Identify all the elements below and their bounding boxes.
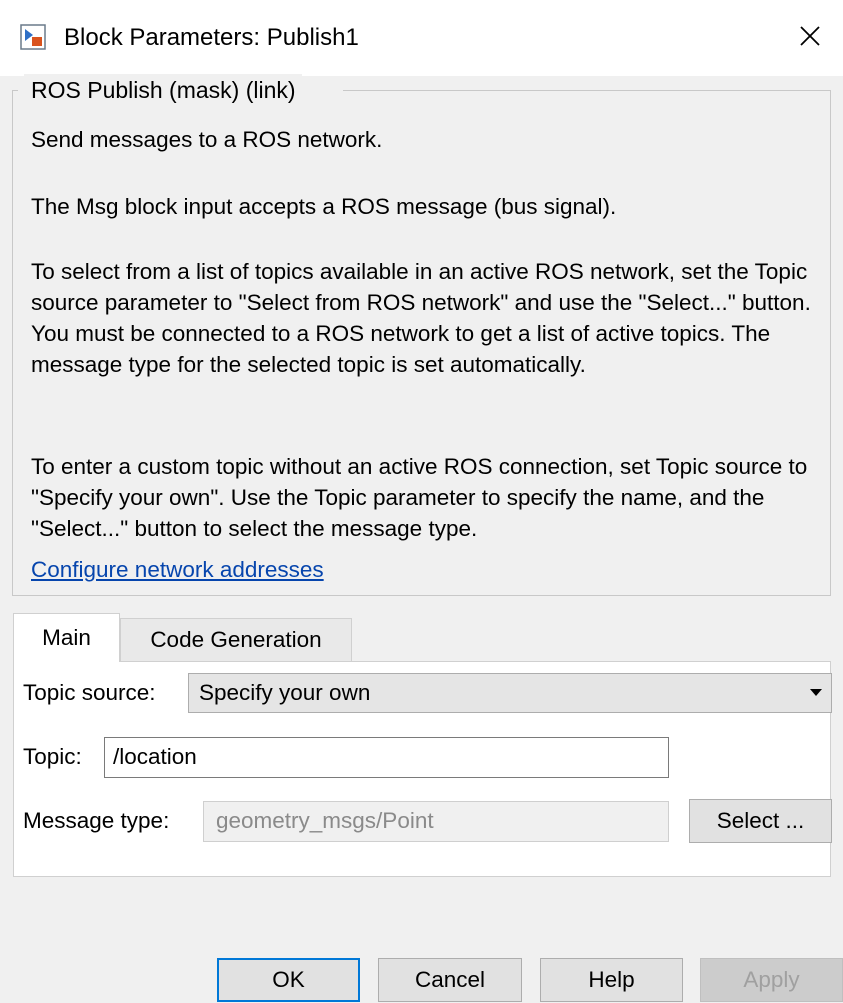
tab-code-generation[interactable]: Code Generation — [120, 618, 352, 662]
group-title: ROS Publish (mask) (link) — [24, 74, 302, 106]
help-button[interactable]: Help — [540, 958, 683, 1002]
ok-button[interactable]: OK — [217, 958, 360, 1002]
group-border — [12, 595, 831, 596]
group-border — [12, 90, 13, 595]
group-border — [343, 90, 831, 91]
group-border — [830, 90, 831, 595]
chevron-down-icon — [810, 689, 822, 696]
description-paragraph: The Msg block input accepts a ROS messag… — [31, 194, 617, 219]
apply-button[interactable]: Apply — [700, 958, 843, 1002]
title-bar: Block Parameters: Publish1 — [0, 0, 843, 76]
close-icon — [799, 25, 821, 52]
description-paragraph: To select from a list of topics availabl… — [31, 259, 811, 377]
topic-input[interactable]: /location — [104, 737, 669, 778]
topic-source-value: Specify your own — [199, 680, 371, 705]
message-type-field: geometry_msgs/Point — [203, 801, 669, 842]
topic-label: Topic: — [23, 744, 82, 769]
configure-network-link[interactable]: Configure network addresses — [31, 554, 324, 586]
select-message-type-button[interactable]: Select ... — [689, 799, 832, 843]
topic-source-label: Topic source: — [23, 680, 156, 705]
topic-source-dropdown[interactable]: Specify your own — [188, 673, 832, 713]
simulink-block-icon — [20, 24, 46, 50]
close-button[interactable] — [777, 0, 843, 76]
tab-main[interactable]: Main — [13, 613, 120, 662]
description-paragraph: Send messages to a ROS network. — [31, 127, 383, 152]
message-type-label: Message type: — [23, 808, 170, 833]
description-paragraph: To enter a custom topic without an activ… — [31, 454, 808, 541]
tab-strip: Main Code Generation — [13, 613, 831, 662]
cancel-button[interactable]: Cancel — [378, 958, 522, 1002]
window-title: Block Parameters: Publish1 — [64, 24, 359, 51]
